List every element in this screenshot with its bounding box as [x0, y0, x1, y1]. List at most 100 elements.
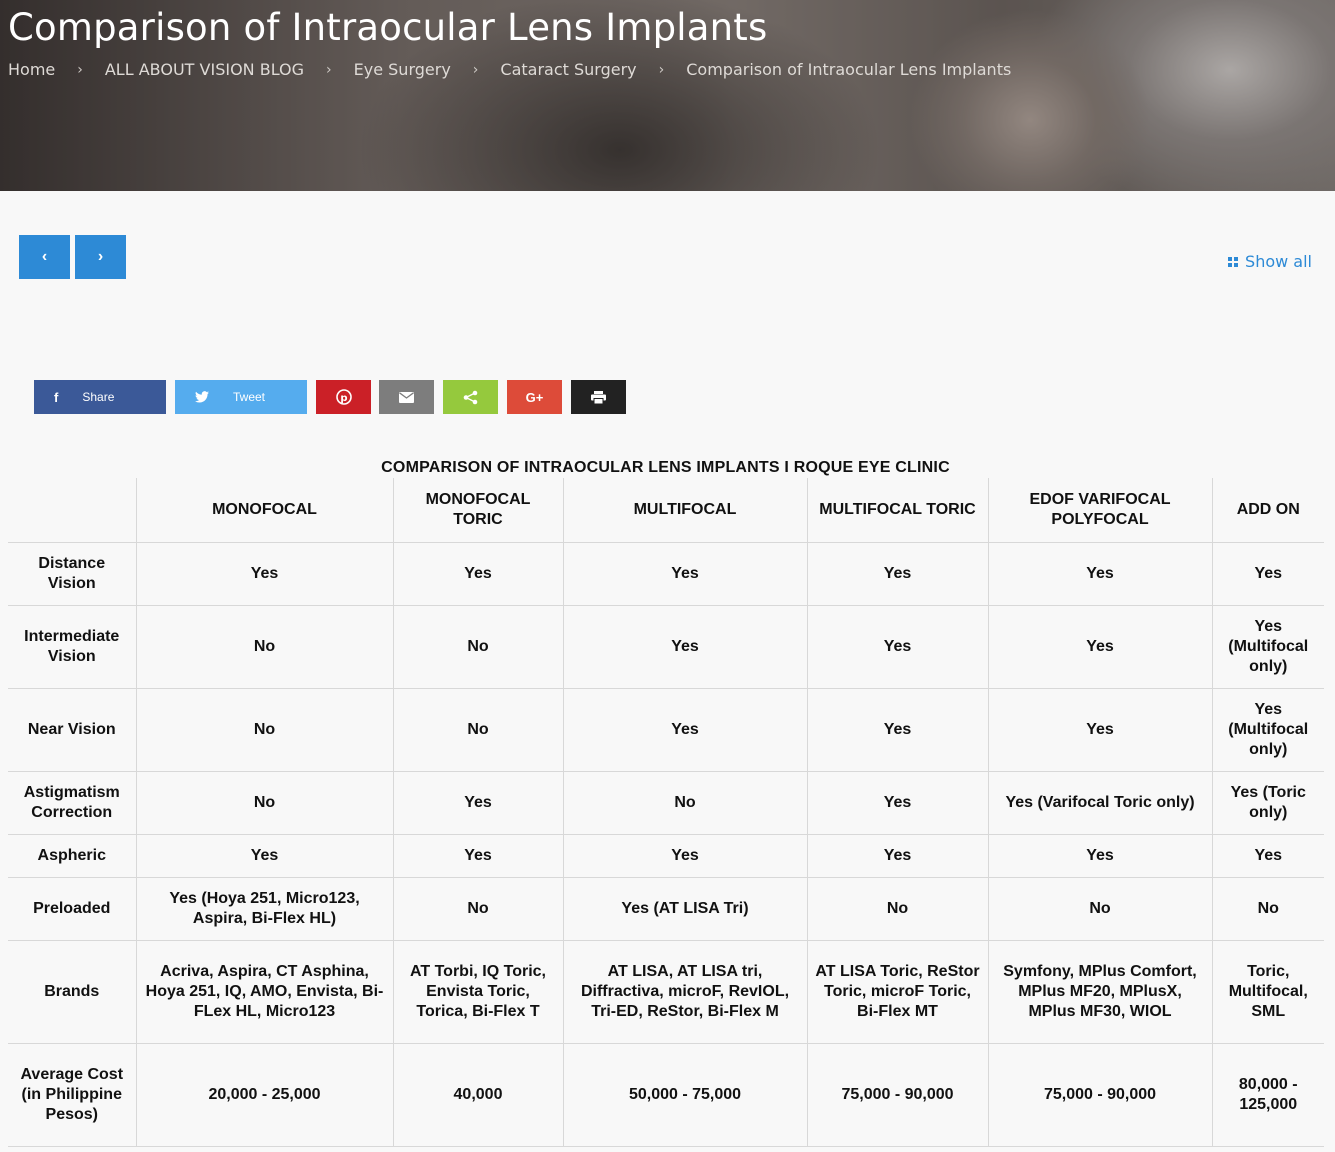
pinterest-share-button[interactable]: p — [316, 380, 371, 414]
envelope-icon — [399, 391, 414, 403]
table-cell: Yes — [807, 688, 989, 772]
table-cell: Yes — [393, 771, 564, 835]
row-header-cell: Preloaded — [8, 877, 137, 941]
show-all-link[interactable]: Show all — [1228, 252, 1312, 271]
table-header-row: MONOFOCAL MONOFOCAL TORIC MULTIFOCAL MULTIF… — [8, 478, 1324, 543]
more-share-button[interactable] — [443, 380, 498, 414]
table-cell: Acriva, Aspira, CT Asphina, Hoya 251, IQ… — [136, 940, 394, 1044]
breadcrumb-eye-surgery[interactable]: Eye Surgery — [354, 60, 451, 79]
chevron-right-icon: › — [658, 61, 665, 78]
previous-post-button[interactable]: ‹ — [19, 235, 70, 279]
table-cell: 20,000 - 25,000 — [136, 1043, 394, 1147]
column-header: MULTIFOCAL — [563, 478, 808, 543]
column-header: EDOF VARIFOCAL POLYFOCAL — [988, 478, 1213, 543]
print-button[interactable] — [571, 380, 626, 414]
chevron-right-icon: › — [97, 248, 104, 265]
table-cell: Yes — [393, 542, 564, 606]
table-cell: Yes — [988, 834, 1213, 878]
column-header: MONOFOCAL — [136, 478, 394, 543]
breadcrumb-blog[interactable]: ALL ABOUT VISION BLOG — [105, 60, 304, 79]
table-row: Aspheric Yes Yes Yes Yes Yes Yes — [8, 834, 1324, 878]
twitter-share-label: Tweet — [233, 390, 266, 404]
table-cell: No — [393, 688, 564, 772]
table-cell: Yes (Multifocal only) — [1212, 605, 1324, 689]
table-cell: Yes — [563, 542, 808, 606]
breadcrumb-home[interactable]: Home — [8, 60, 55, 79]
table-cell: Yes — [1212, 542, 1324, 606]
svg-text:p: p — [340, 393, 347, 404]
row-header-cell: Average Cost (in Philippine Pesos) — [8, 1043, 137, 1147]
table-cell: No — [136, 605, 394, 689]
table-caption: COMPARISON OF INTRAOCULAR LENS IMPLANTS … — [381, 459, 950, 476]
table-cell: Yes — [807, 605, 989, 689]
table-cell: 50,000 - 75,000 — [563, 1043, 808, 1147]
grid-icon — [1228, 256, 1239, 267]
page-title: Comparison of Intraocular Lens Implants — [8, 6, 768, 49]
table-cell: Toric, Multifocal, SML — [1212, 940, 1324, 1044]
hero-banner: Comparison of Intraocular Lens Implants … — [0, 0, 1335, 191]
table-cell: Yes (AT LISA Tri) — [563, 877, 808, 941]
twitter-share-button[interactable]: Tweet — [175, 380, 307, 414]
header-cell-empty — [8, 478, 137, 543]
row-header-cell: Astigmatism Correction — [8, 771, 137, 835]
table-cell: Symfony, MPlus Comfort, MPlus MF20, MPlu… — [988, 940, 1213, 1044]
table-cell: Yes (Toric only) — [1212, 771, 1324, 835]
email-share-button[interactable] — [379, 380, 434, 414]
table-cell: 80,000 - 125,000 — [1212, 1043, 1324, 1147]
table-cell: Yes — [393, 834, 564, 878]
breadcrumb-cataract-surgery[interactable]: Cataract Surgery — [500, 60, 636, 79]
row-header-cell: Aspheric — [8, 834, 137, 878]
share-icon — [463, 390, 478, 404]
table-row: Astigmatism Correction No Yes No Yes Yes (Var… — [8, 771, 1324, 835]
table-cell: Yes — [807, 834, 989, 878]
table-cell: Yes (Varifocal Toric only) — [988, 771, 1213, 835]
table-cell: No — [136, 688, 394, 772]
printer-icon — [591, 390, 606, 404]
table-cell: No — [563, 771, 808, 835]
facebook-share-button[interactable]: f Share — [34, 380, 166, 414]
table-cell: Yes — [807, 542, 989, 606]
breadcrumb: Home › ALL ABOUT VISION BLOG › Eye Surge… — [8, 60, 1011, 79]
table-row: Preloaded Yes (Hoya 251, Micro123, Aspira… — [8, 877, 1324, 941]
google-plus-share-button[interactable]: G+ — [507, 380, 562, 414]
table-row: Distance Vision Yes Yes Yes Yes Yes Yes — [8, 542, 1324, 606]
table-cell: No — [393, 605, 564, 689]
column-header: MULTIFOCAL TORIC — [807, 478, 989, 543]
table-cell: Yes — [136, 542, 394, 606]
table-row: Intermediate Vision No No Yes Yes Yes Yes (Mul… — [8, 605, 1324, 689]
table-row: Near Vision No No Yes Yes Yes Yes (Multifocal … — [8, 688, 1324, 772]
chevron-right-icon: › — [326, 61, 332, 78]
chevron-left-icon: ‹ — [41, 248, 48, 265]
table-cell: No — [988, 877, 1213, 941]
table-cell: 75,000 - 90,000 — [988, 1043, 1213, 1147]
table-cell: Yes — [988, 542, 1213, 606]
chevron-right-icon: › — [77, 61, 83, 78]
table-cell: Yes — [136, 834, 394, 878]
next-post-button[interactable]: › — [75, 235, 126, 279]
table-cell: Yes — [988, 605, 1213, 689]
table-cell: Yes — [563, 605, 808, 689]
row-header-cell: Intermediate Vision — [8, 605, 137, 689]
table-cell: Yes — [1212, 834, 1324, 878]
table-cell: AT LISA, AT LISA tri, Diffractiva, micro… — [563, 940, 808, 1044]
table-cell: No — [136, 771, 394, 835]
table-cell: Yes — [563, 688, 808, 772]
row-header-cell: Distance Vision — [8, 542, 137, 606]
facebook-share-label: Share — [82, 390, 115, 404]
table-cell: Yes (Hoya 251, Micro123, Aspira, Bi-Flex… — [136, 877, 394, 941]
row-header-cell: Brands — [8, 940, 137, 1044]
column-header: MONOFOCAL TORIC — [393, 478, 564, 543]
table-cell: No — [807, 877, 989, 941]
table-row: Brands Acriva, Aspira, CT Asphina, Hoya 2… — [8, 940, 1324, 1044]
facebook-icon: f — [54, 389, 59, 405]
table-cell: Yes (Multifocal only) — [1212, 688, 1324, 772]
table-cell: No — [1212, 877, 1324, 941]
table-cell: 75,000 - 90,000 — [807, 1043, 989, 1147]
column-header: ADD ON — [1212, 478, 1324, 543]
google-plus-icon: G+ — [525, 389, 544, 405]
twitter-icon — [195, 391, 209, 403]
table-cell: Yes — [563, 834, 808, 878]
row-header-cell: Near Vision — [8, 688, 137, 772]
table-cell: No — [393, 877, 564, 941]
table-cell: Yes — [807, 771, 989, 835]
